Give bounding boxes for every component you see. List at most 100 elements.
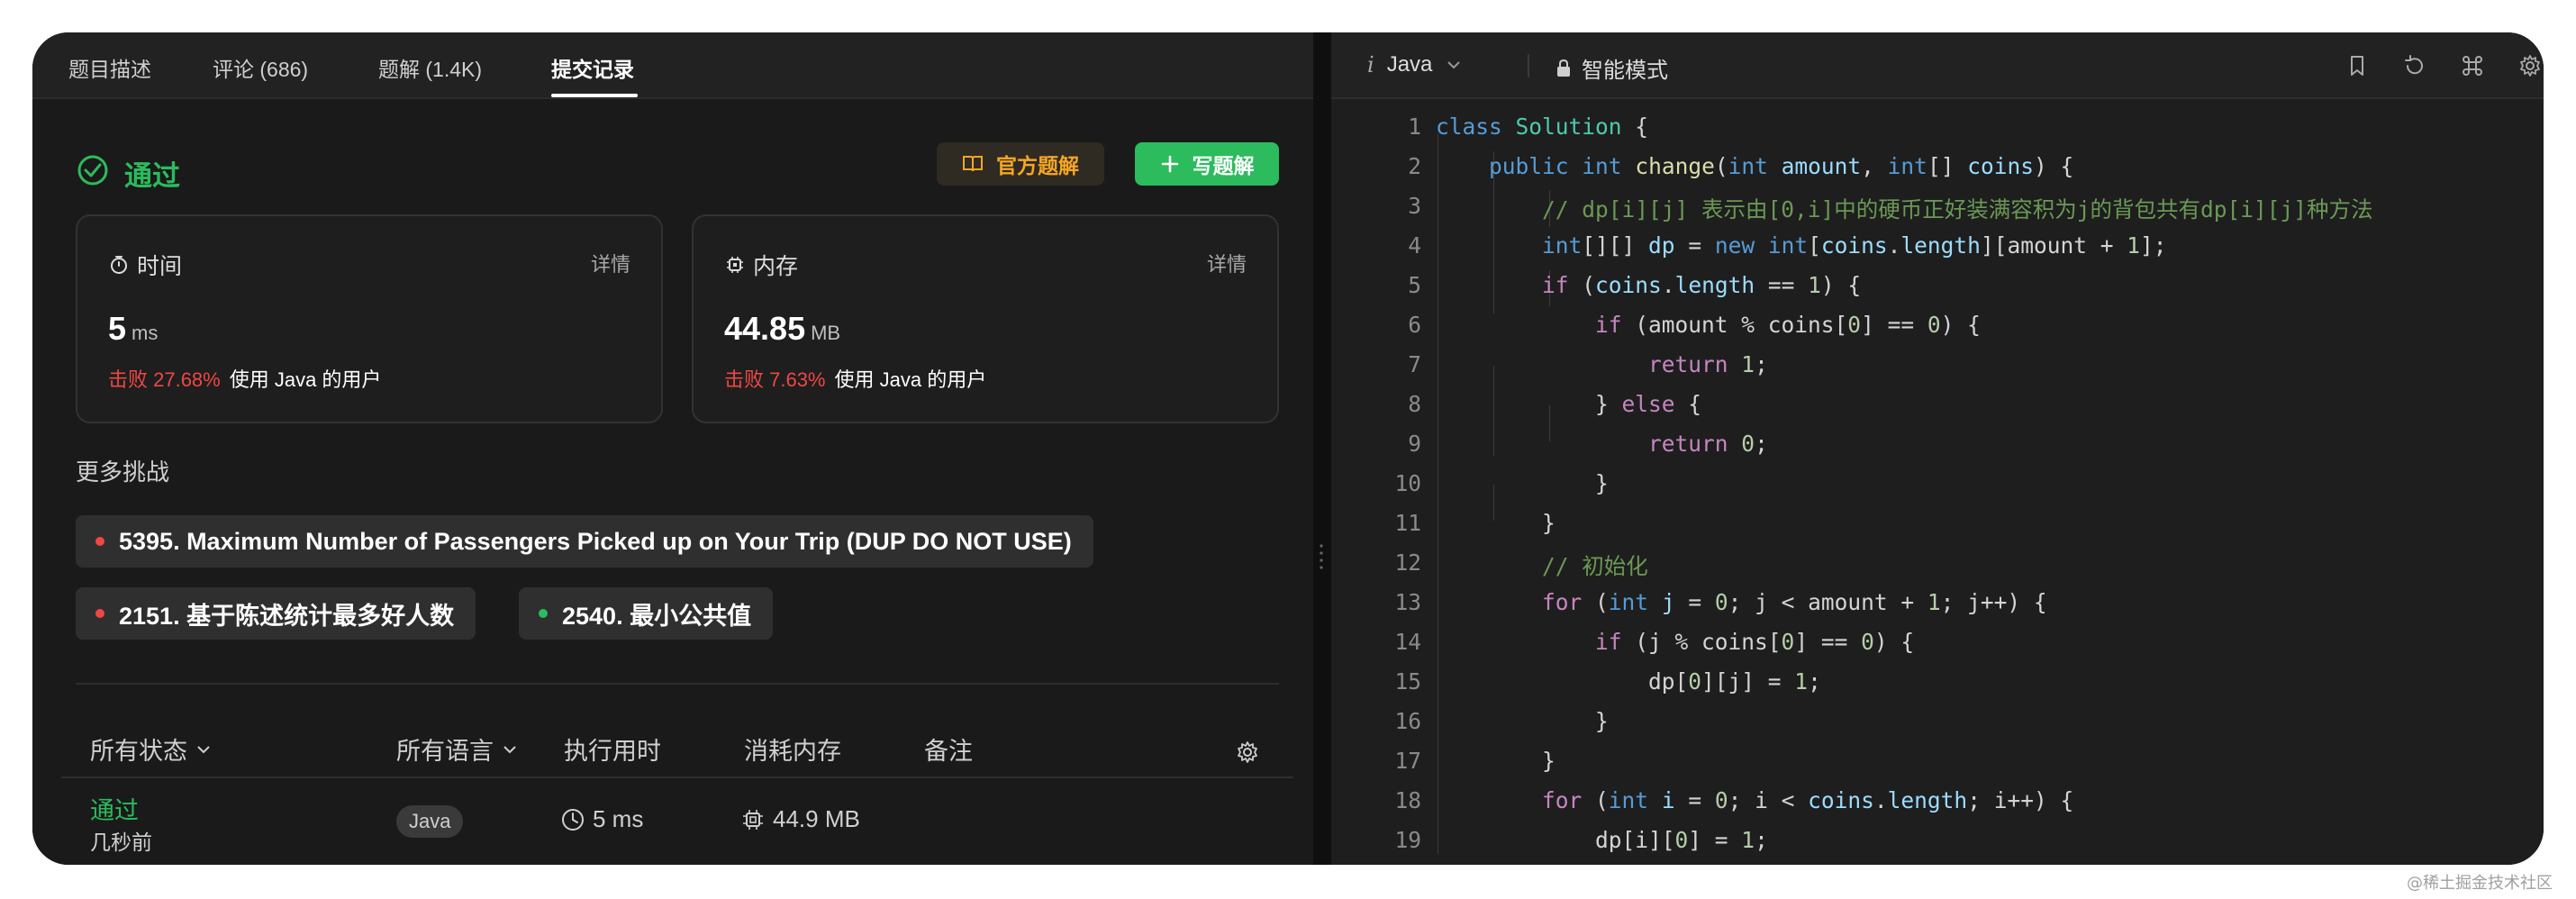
code-area[interactable]: 1 class Solution {2 public int change(int… (1331, 112, 2544, 865)
language-filter-label: 所有语言 (396, 738, 494, 765)
memory-title: 内存 (753, 254, 799, 279)
status-filter[interactable]: 所有状态 (90, 731, 213, 767)
row-runtime: 5 ms (560, 805, 643, 833)
tab-description[interactable]: 题目描述 (68, 52, 151, 83)
line-number: 14 (1394, 629, 1421, 655)
difficulty-dot (95, 537, 104, 546)
line-number: 3 (1408, 193, 1421, 219)
line-number: 12 (1394, 549, 1421, 576)
language-selector-label: Java (1386, 52, 1433, 77)
memory-beat-percent: 击败 7.63% (724, 368, 826, 391)
code-line: if (j % coins[0] == 0) { (1595, 629, 1915, 655)
editor-toolbar: i Java 智能模式 (1331, 32, 2544, 99)
book-icon (963, 156, 983, 172)
settings-icon[interactable] (2517, 52, 2544, 79)
line-number: 4 (1408, 232, 1421, 259)
lock-icon (1557, 59, 1570, 77)
command-icon[interactable] (2459, 52, 2486, 79)
notes-column-header: 备注 (924, 738, 973, 765)
memory-card: 内存 详情 44.85 MB 击败 7.63% 使用 Java 的用户 (692, 214, 1279, 423)
line-number: 18 (1394, 787, 1421, 813)
drag-handle-icon[interactable] (1320, 542, 1323, 575)
code-line: int[][] dp = new int[coins.length][amoun… (1542, 232, 2167, 259)
code-line: public int change(int amount, int[] coin… (1489, 153, 2074, 179)
language-filter[interactable]: 所有语言 (396, 731, 519, 767)
clock-icon (562, 808, 584, 831)
runtime-beat-suffix: 使用 Java 的用户 (229, 368, 382, 391)
line-number: 19 (1394, 827, 1421, 853)
code-line: } (1436, 470, 1609, 496)
language-selector[interactable]: i Java (1367, 52, 1463, 77)
row-status[interactable]: 通过 (90, 791, 139, 826)
chevron-down-icon (1447, 61, 1461, 69)
chevron-down-icon (197, 745, 210, 753)
code-line: } (1436, 708, 1609, 734)
section-divider (76, 683, 1279, 685)
runtime-beat: 击败 27.68% 使用 Java 的用户 (108, 364, 381, 393)
line-number: 6 (1408, 312, 1421, 338)
memory-unit: MB (811, 322, 841, 344)
write-solution-button[interactable]: 写题解 (1135, 142, 1279, 186)
challenge-chip[interactable]: 2540. 最小公共值 (519, 587, 774, 640)
line-number: 1 (1408, 114, 1421, 140)
code-line: class Solution { (1436, 114, 1649, 140)
watermark: @稀土掘金技术社区 (2407, 874, 2553, 893)
challenge-label: 2151. 基于陈述统计最多好人数 (119, 602, 455, 630)
code-line: } (1436, 748, 1556, 774)
runtime-card-header: 时间 (108, 249, 182, 281)
code-line: return 0; (1648, 431, 1768, 457)
challenge-label: 2540. 最小公共值 (562, 602, 752, 630)
settings-icon[interactable] (1234, 739, 1261, 766)
code-line: for (int j = 0; j < amount + 1; j++) { (1542, 589, 2047, 615)
runtime-value: 5 ms (108, 310, 158, 348)
smart-mode-toggle[interactable]: 智能模式 (1555, 52, 1668, 84)
line-number: 8 (1408, 391, 1421, 417)
official-solution-button[interactable]: 官方题解 (937, 142, 1104, 186)
tab-submissions[interactable]: 提交记录 (551, 52, 634, 83)
row-time: 几秒前 (90, 831, 152, 854)
reset-icon[interactable] (2401, 52, 2428, 79)
runtime-unit: ms (132, 322, 159, 344)
challenge-chip[interactable]: 5395. Maximum Number of Passengers Picke… (76, 515, 1093, 568)
difficulty-dot (95, 609, 104, 618)
code-editor-panel: i Java 智能模式 1 class Solution {2 public … (1331, 32, 2544, 865)
challenge-label: 5395. Maximum Number of Passengers Picke… (119, 527, 1072, 555)
memory-column-header: 消耗内存 (744, 738, 841, 765)
app-window: 题目描述 评论 (686) 题解 (1.4K) 提交记录 通过 官方题解 写题解… (32, 32, 2544, 865)
line-number: 13 (1394, 589, 1421, 615)
tab-solutions[interactable]: 题解 (1.4K) (378, 52, 482, 83)
status-filter-label: 所有状态 (90, 738, 187, 765)
runtime-detail-link[interactable]: 详情 (591, 249, 630, 277)
bookmark-icon[interactable] (2344, 52, 2371, 79)
runtime-beat-percent: 击败 27.68% (108, 368, 221, 391)
runtime-number: 5 (108, 310, 127, 347)
check-circle-icon (77, 155, 108, 186)
code-line: return 1; (1648, 351, 1768, 377)
tab-comments[interactable]: 评论 (686) (213, 52, 308, 83)
toolbar-divider (1528, 54, 1529, 77)
line-number: 9 (1408, 431, 1421, 457)
code-line: // 初始化 (1542, 553, 1648, 579)
line-number: 5 (1408, 272, 1421, 298)
runtime-title: 时间 (137, 254, 183, 279)
row-memory-value: 44.9 MB (773, 805, 860, 832)
stopwatch-icon (111, 256, 127, 274)
chip-icon (743, 809, 763, 830)
panel-splitter[interactable] (1313, 32, 1331, 865)
code-line: // dp[i][j] 表示由[0,i]中的硬币正好装满容积为j的背包共有dp[… (1542, 196, 2373, 222)
memory-beat: 击败 7.63% 使用 Java 的用户 (724, 364, 986, 393)
write-solution-label: 写题解 (1192, 154, 1255, 177)
memory-number: 44.85 (724, 310, 806, 347)
panel-tabs: 题目描述 评论 (686) 题解 (1.4K) 提交记录 (32, 32, 1313, 99)
status-label: 通过 (124, 160, 180, 192)
submissions-table-header: 所有状态 所有语言 执行用时 消耗内存 备注 (32, 731, 1313, 776)
challenge-chip[interactable]: 2151. 基于陈述统计最多好人数 (76, 587, 476, 640)
line-number: 11 (1394, 510, 1421, 536)
line-number: 17 (1394, 748, 1421, 774)
active-tab-indicator (551, 94, 638, 97)
memory-detail-link[interactable]: 详情 (1207, 249, 1247, 277)
code-line: dp[i][0] = 1; (1436, 827, 1768, 853)
runtime-column-header: 执行用时 (564, 738, 661, 765)
code-line: if (coins.length == 1) { (1542, 272, 1862, 298)
code-line: for (int i = 0; i < coins.length; i++) { (1542, 787, 2074, 813)
